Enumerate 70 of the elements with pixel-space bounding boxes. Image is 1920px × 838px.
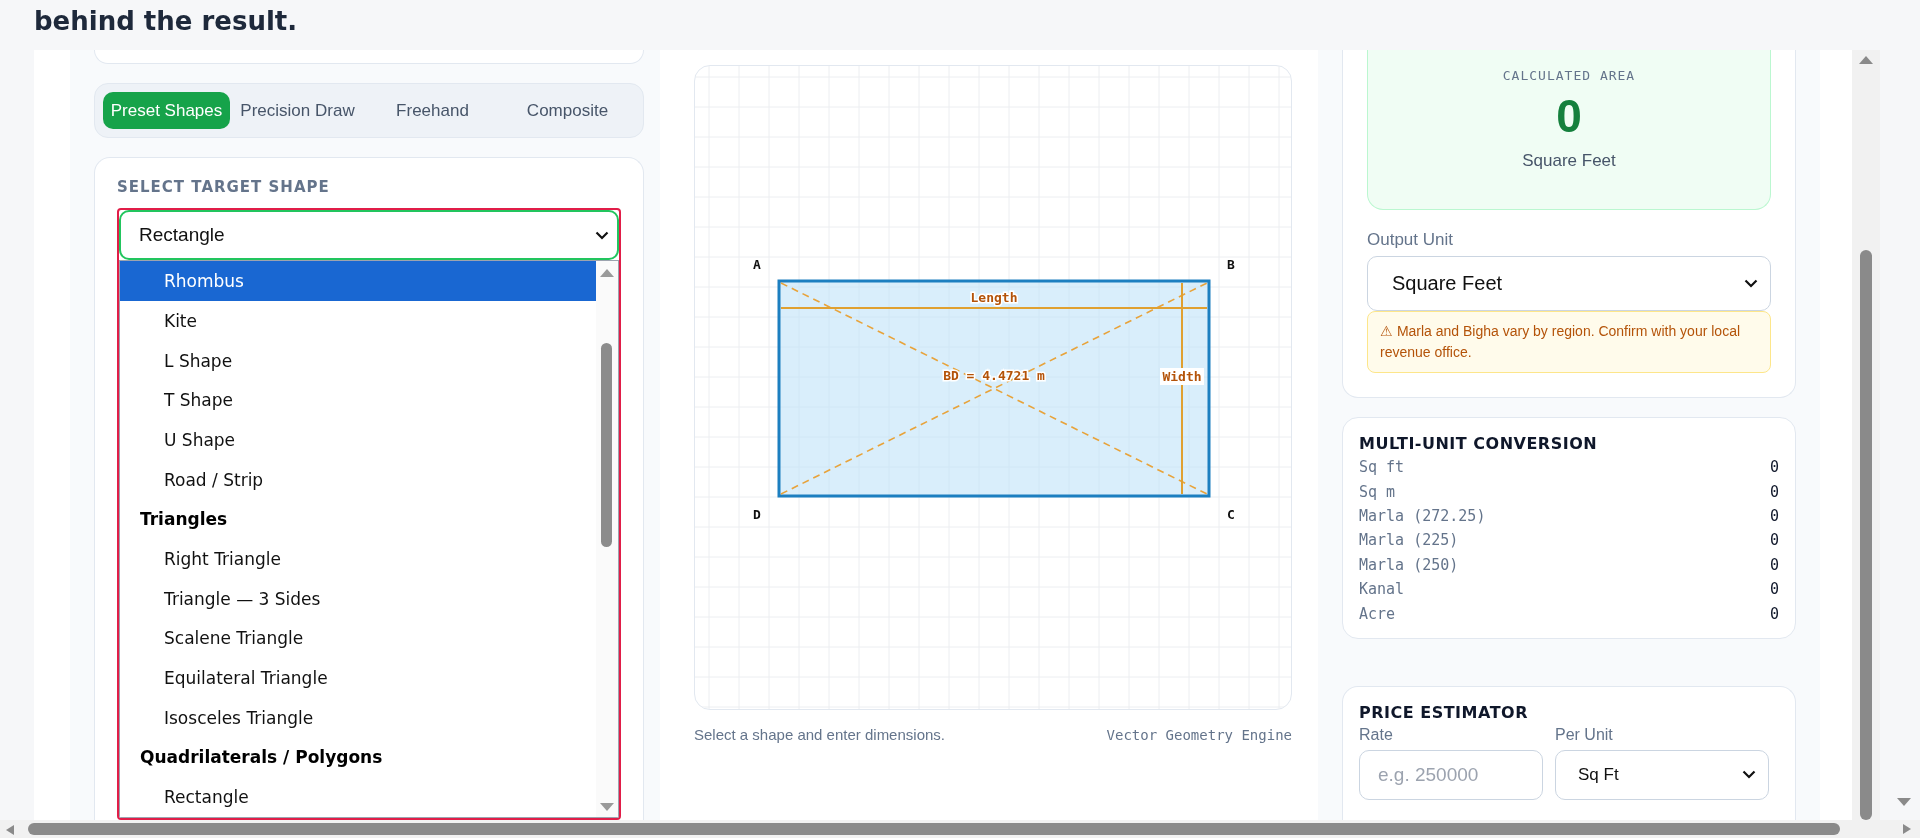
rate-input[interactable]: e.g. 250000 bbox=[1359, 749, 1543, 800]
scrollbar[interactable] bbox=[596, 261, 618, 817]
scroll-right-icon[interactable] bbox=[1903, 824, 1911, 834]
dropdown-option[interactable]: Equilateral Triangle bbox=[120, 658, 596, 698]
dropdown-option[interactable]: Rectangle bbox=[120, 777, 596, 817]
scrollbar[interactable] bbox=[0, 820, 1920, 838]
chevron-down-icon bbox=[595, 230, 609, 240]
vertex-label: B bbox=[1227, 257, 1235, 272]
mode-tab[interactable]: Precision Draw bbox=[230, 92, 365, 130]
field-label: Per Unit bbox=[1555, 725, 1614, 744]
diagonal-label: BD = 4.4721 m bbox=[943, 368, 1045, 383]
unit-value: 0 bbox=[1769, 482, 1779, 501]
chevron-down-icon bbox=[1742, 770, 1756, 780]
shape-select[interactable]: Rectangle bbox=[119, 210, 619, 261]
unit-name: Sq ft bbox=[1359, 458, 1405, 477]
result-label: CALCULATED AREA bbox=[1502, 68, 1636, 83]
field-label: Rate bbox=[1359, 725, 1394, 744]
vertex-label: C bbox=[1227, 507, 1235, 522]
unit-name: Sq m bbox=[1359, 482, 1396, 501]
dropdown-option[interactable]: L Shape bbox=[120, 340, 596, 381]
mode-tab[interactable]: Composite bbox=[500, 92, 635, 130]
unit-value: 0 bbox=[1769, 531, 1779, 550]
section-label: SELECT TARGET SHAPE bbox=[117, 178, 331, 197]
drawing-canvas[interactable]: Length BD = 4.4721 m Width A B D C bbox=[694, 65, 1292, 710]
scroll-up-icon[interactable] bbox=[600, 269, 614, 278]
unit-value: 0 bbox=[1769, 580, 1779, 599]
area-value: 0 bbox=[1556, 89, 1582, 143]
mode-tab[interactable]: Freehand bbox=[365, 92, 500, 130]
dropdown-option[interactable]: Isosceles Triangle bbox=[120, 697, 596, 738]
dropdown-option[interactable]: U Shape bbox=[120, 420, 596, 460]
unit-name: Marla (250) bbox=[1359, 555, 1459, 574]
canvas-caption: Select a shape and enter dimensions. bbox=[694, 726, 945, 743]
dropdown-option[interactable]: Triangle — 3 Sides bbox=[120, 578, 596, 619]
dropdown-option[interactable]: Rhombus bbox=[120, 261, 596, 302]
dropdown-option[interactable]: Scalene Triangle bbox=[120, 618, 596, 659]
scroll-down-icon[interactable] bbox=[1897, 798, 1911, 806]
unit-value: 0 bbox=[1769, 604, 1779, 623]
dropdown-option[interactable]: Kite bbox=[120, 301, 596, 341]
per-unit-select[interactable]: Sq Ft bbox=[1555, 749, 1769, 800]
card-title: MULTI-UNIT CONVERSION bbox=[1359, 434, 1599, 453]
option-group-label: Quadrilaterals / Polygons bbox=[139, 746, 384, 770]
unit-name: Acre bbox=[1359, 604, 1396, 623]
chevron-down-icon bbox=[1744, 279, 1758, 288]
scrollbar-thumb[interactable] bbox=[28, 823, 1840, 835]
vertex-label: D bbox=[753, 507, 761, 522]
unit-value: 0 bbox=[1769, 458, 1779, 477]
scrollbar[interactable] bbox=[1852, 50, 1880, 820]
field-label: Output Unit bbox=[1367, 230, 1454, 250]
dropdown-option[interactable]: Road / Strip bbox=[120, 459, 596, 500]
area-unit: Square Feet bbox=[1522, 151, 1616, 171]
vertex-label: A bbox=[753, 257, 761, 272]
dropdown-option[interactable]: Right Triangle bbox=[120, 539, 596, 579]
dropdown-option[interactable]: T Shape bbox=[120, 380, 596, 421]
card-title: PRICE ESTIMATOR bbox=[1359, 702, 1529, 722]
scrollbar-thumb[interactable] bbox=[601, 343, 612, 548]
width-dimension: Width bbox=[1160, 282, 1204, 495]
scrollbar-thumb[interactable] bbox=[1860, 250, 1872, 820]
page-heading: behind the result. bbox=[33, 5, 299, 38]
unit-value: 0 bbox=[1769, 506, 1779, 525]
scroll-up-icon[interactable] bbox=[1859, 56, 1873, 64]
output-unit-select[interactable]: Square Feet bbox=[1367, 256, 1771, 311]
scroll-left-icon[interactable] bbox=[6, 825, 14, 835]
unit-name: Kanal bbox=[1359, 580, 1405, 599]
region-warning: ⚠ Marla and Bigha vary by region. Confirm with your local revenue office. bbox=[1367, 311, 1771, 373]
unit-value: 0 bbox=[1769, 555, 1779, 574]
unit-name: Marla (225) bbox=[1359, 531, 1459, 550]
scroll-down-icon[interactable] bbox=[600, 803, 614, 811]
unit-name: Marla (272.25) bbox=[1359, 506, 1486, 525]
option-group-label: Triangles bbox=[139, 508, 229, 532]
engine-label: Vector Geometry Engine bbox=[1106, 726, 1292, 743]
